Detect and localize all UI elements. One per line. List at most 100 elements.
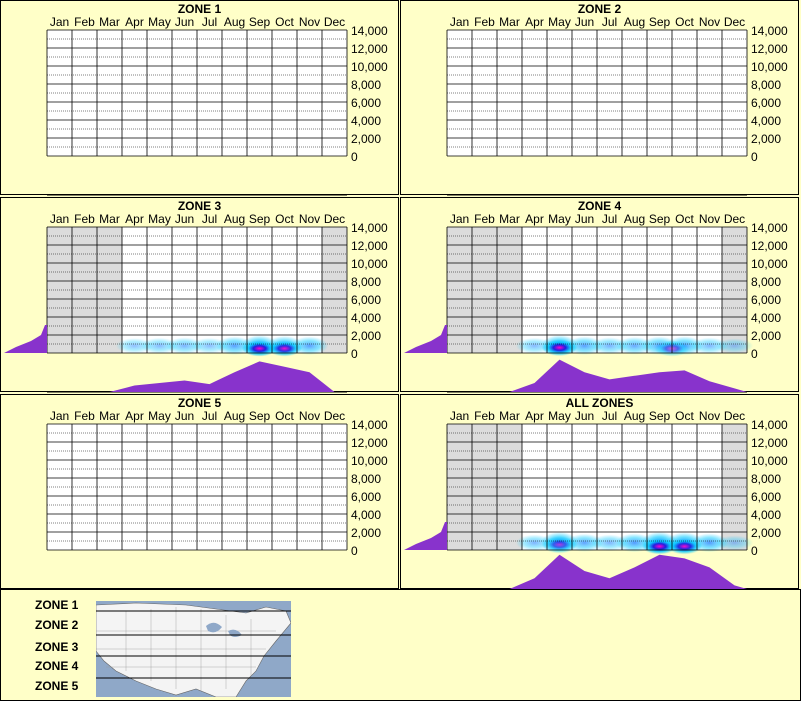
month-tick-label: Apr <box>125 212 144 226</box>
chart-svg: Jan Feb Mar Apr May Jun Jul Aug Sep Oct Nov Dec 14,0… <box>4 212 388 393</box>
chart-panel-1: ZONE 1 Jan Feb Mar Apr May Jun Jul Aug Sep Oct Nov D… <box>0 0 399 196</box>
month-tick-label: Jan <box>450 15 469 29</box>
y-tick-label: 4,000 <box>351 508 381 522</box>
month-tick-label: Mar <box>499 15 520 29</box>
month-tick-label: May <box>148 409 171 423</box>
month-tick-label: Dec <box>724 15 745 29</box>
month-tick-label: Apr <box>525 409 544 423</box>
month-tick-label: Mar <box>499 409 520 423</box>
y-tick-label: 10,000 <box>351 454 388 468</box>
month-tick-label: Sep <box>249 212 271 226</box>
month-tick-label: Feb <box>74 15 95 29</box>
month-tick-label: Jul <box>602 15 617 29</box>
chart-panel-4: ZONE 4 Jan Feb Mar Apr May Jun Jul Aug Sep Oct Nov D… <box>400 197 799 393</box>
month-tick-label: Feb <box>474 15 495 29</box>
chart-svg: Jan Feb Mar Apr May Jun Jul Aug Sep Oct Nov Dec 14,0… <box>404 212 788 393</box>
y-tick-label: 10,000 <box>751 257 788 271</box>
y-tick-label: 6,000 <box>751 293 781 307</box>
month-tick-label: Dec <box>324 212 345 226</box>
month-tick-label: Feb <box>474 212 495 226</box>
y-tick-label: 12,000 <box>351 239 388 253</box>
month-tick-label: Aug <box>624 212 645 226</box>
y-tick-label: 4,000 <box>351 311 381 325</box>
y-tick-label: 2,000 <box>751 132 781 146</box>
month-tick-label: Sep <box>649 212 671 226</box>
month-tick-label: Oct <box>675 15 694 29</box>
monthly-activity-profile <box>447 554 747 589</box>
month-tick-label: Nov <box>699 15 720 29</box>
elevation-profile <box>404 522 447 550</box>
month-tick-label: May <box>548 409 571 423</box>
month-tick-label: Jun <box>575 15 594 29</box>
month-tick-label: Jun <box>175 212 194 226</box>
y-tick-label: 2,000 <box>351 526 381 540</box>
month-tick-label: Jan <box>50 212 69 226</box>
y-tick-label: 14,000 <box>751 221 788 235</box>
month-tick-label: Oct <box>275 212 294 226</box>
month-tick-label: May <box>148 212 171 226</box>
zone-map-svg <box>96 601 291 697</box>
month-tick-label: Dec <box>724 409 745 423</box>
month-tick-label: Jul <box>202 15 217 29</box>
month-tick-label: Mar <box>99 409 120 423</box>
month-tick-label: Jul <box>602 212 617 226</box>
y-tick-label: 12,000 <box>751 436 788 450</box>
chart-svg: Jan Feb Mar Apr May Jun Jul Aug Sep Oct Nov Dec 14,0… <box>446 15 788 196</box>
y-tick-label: 10,000 <box>351 60 388 74</box>
y-tick-label: 0 <box>751 347 758 361</box>
month-tick-label: Aug <box>224 409 245 423</box>
y-tick-label: 14,000 <box>351 418 388 432</box>
monthly-activity-profile <box>447 359 747 392</box>
month-tick-label: Mar <box>99 212 120 226</box>
y-tick-label: 8,000 <box>751 78 781 92</box>
month-tick-label: Jan <box>50 15 69 29</box>
y-tick-label: 10,000 <box>351 257 388 271</box>
month-tick-label: Jul <box>602 409 617 423</box>
y-tick-label: 6,000 <box>351 96 381 110</box>
month-tick-label: Mar <box>99 15 120 29</box>
month-tick-label: Aug <box>224 212 245 226</box>
legend-zone-1: ZONE 1 <box>35 598 79 612</box>
month-tick-label: Jun <box>175 15 194 29</box>
month-tick-label: May <box>148 15 171 29</box>
month-tick-label: Feb <box>74 212 95 226</box>
chart-svg: Jan Feb Mar Apr May Jun Jul Aug Sep Oct Nov Dec 14,0… <box>46 409 388 590</box>
y-tick-label: 4,000 <box>351 114 381 128</box>
month-tick-label: Dec <box>324 409 345 423</box>
y-tick-label: 12,000 <box>751 239 788 253</box>
month-tick-label: Jun <box>575 212 594 226</box>
month-tick-label: May <box>548 15 571 29</box>
month-tick-label: Nov <box>699 409 720 423</box>
month-tick-label: Sep <box>249 15 271 29</box>
y-tick-label: 4,000 <box>751 311 781 325</box>
month-tick-label: Aug <box>624 409 645 423</box>
month-tick-label: Oct <box>275 15 294 29</box>
y-tick-label: 12,000 <box>351 42 388 56</box>
legend-zone-3: ZONE 3 <box>35 640 79 654</box>
y-tick-label: 14,000 <box>351 24 388 38</box>
heat-band <box>715 338 754 354</box>
y-tick-label: 0 <box>351 150 358 164</box>
chart-svg: Jan Feb Mar Apr May Jun Jul Aug Sep Oct Nov Dec 14,0… <box>404 409 788 590</box>
legend-zone-2: ZONE 2 <box>35 618 79 632</box>
month-tick-label: Jan <box>450 212 469 226</box>
month-tick-label: Apr <box>125 409 144 423</box>
zone-map <box>96 601 291 697</box>
month-tick-label: Jan <box>450 409 469 423</box>
month-tick-label: Apr <box>525 15 544 29</box>
month-tick-label: Nov <box>299 409 320 423</box>
elevation-profile <box>404 325 447 353</box>
legend-zone-5: ZONE 5 <box>35 679 79 693</box>
y-tick-label: 10,000 <box>751 60 788 74</box>
y-tick-label: 0 <box>751 150 758 164</box>
month-tick-label: Apr <box>525 212 544 226</box>
y-tick-label: 0 <box>351 347 358 361</box>
y-tick-label: 2,000 <box>751 329 781 343</box>
month-tick-label: Nov <box>299 212 320 226</box>
y-tick-label: 12,000 <box>351 436 388 450</box>
y-tick-label: 2,000 <box>351 329 381 343</box>
month-tick-label: Sep <box>649 15 671 29</box>
month-tick-label: Mar <box>499 212 520 226</box>
y-tick-label: 8,000 <box>751 472 781 486</box>
chart-panel-6: ALL ZONES Jan Feb Mar Apr May Jun Jul Aug Sep Oct N… <box>400 394 799 590</box>
